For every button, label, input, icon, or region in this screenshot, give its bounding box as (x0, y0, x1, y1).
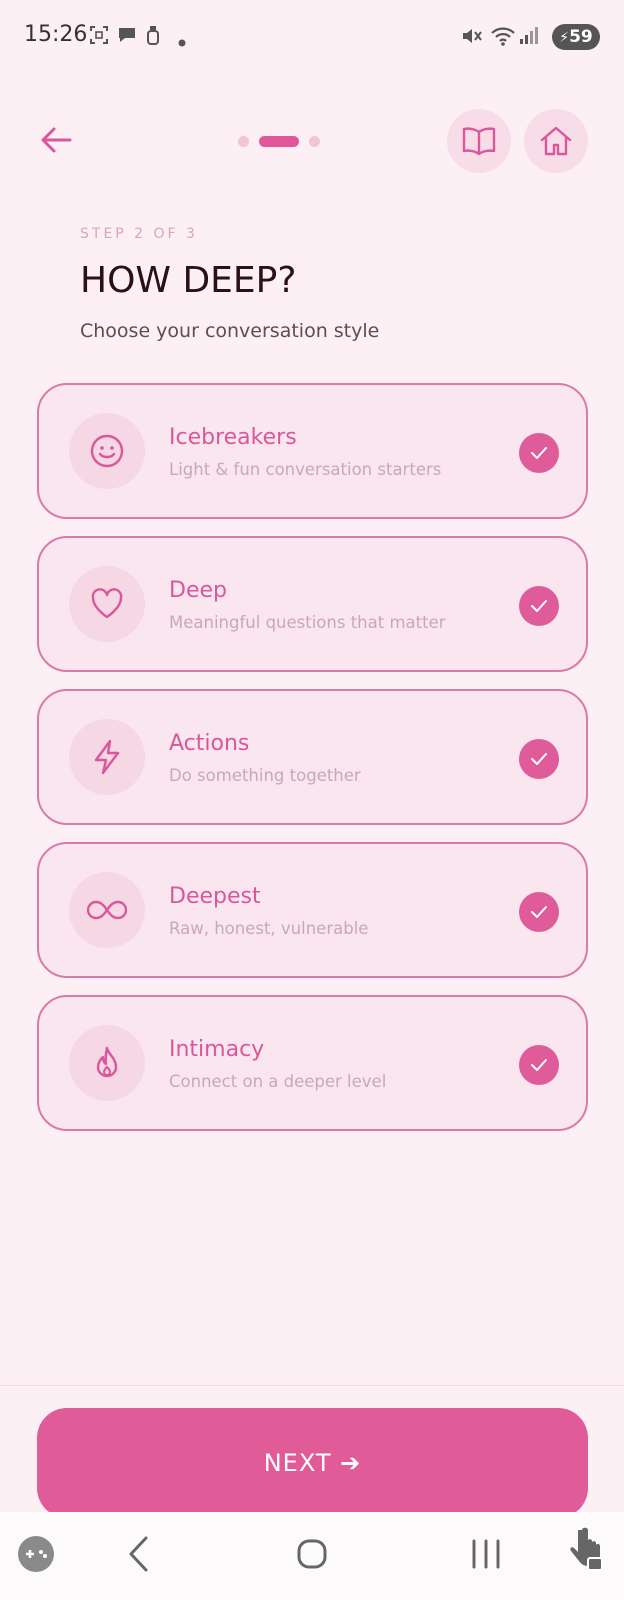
home-button[interactable] (524, 109, 588, 173)
selected-check-icon (519, 892, 559, 932)
heart-icon (91, 588, 123, 619)
step-dot-2-active (259, 135, 299, 147)
back-button[interactable] (36, 120, 76, 160)
option-icon-container (69, 1025, 145, 1101)
option-title: Actions (169, 731, 250, 756)
selected-check-icon (519, 586, 559, 626)
option-description: Do something together (169, 766, 361, 785)
home-circle-icon[interactable] (292, 1534, 332, 1574)
bottle-icon (145, 24, 161, 50)
back-chevron-icon[interactable] (126, 1534, 152, 1574)
step-label: STEP 2 OF 3 (80, 226, 198, 242)
option-description: Meaningful questions that matter (169, 613, 446, 632)
option-title: Deepest (169, 884, 261, 909)
page-title: HOW DEEP? (80, 260, 297, 301)
option-card-intimacy[interactable]: Intimacy Connect on a deeper level (37, 995, 588, 1131)
chat-bubble-icon (116, 24, 138, 50)
dot-icon (178, 32, 186, 51)
gamepad-icon[interactable] (16, 1534, 56, 1574)
recents-icon[interactable] (466, 1534, 506, 1574)
option-card-deep[interactable]: Deep Meaningful questions that matter (37, 536, 588, 672)
status-bar: 15:26 ⚡59 (0, 0, 624, 72)
option-icon-container (69, 566, 145, 642)
guide-button[interactable] (447, 109, 511, 173)
option-card-actions[interactable]: Actions Do something together (37, 689, 588, 825)
arrow-left-icon (41, 127, 72, 153)
option-card-deepest[interactable]: Deepest Raw, honest, vulnerable (37, 842, 588, 978)
battery-level: 59 (569, 27, 593, 47)
selected-check-icon (519, 1045, 559, 1085)
option-icon-container (69, 719, 145, 795)
smile-icon (90, 434, 124, 468)
option-title: Deep (169, 578, 227, 603)
footer-divider (0, 1385, 624, 1386)
step-progress-indicator (238, 135, 320, 147)
option-icon-container (69, 872, 145, 948)
option-icon-container (69, 413, 145, 489)
option-title: Icebreakers (169, 425, 297, 450)
lightning-icon (94, 739, 120, 775)
mute-icon (460, 24, 484, 52)
selected-check-icon (519, 433, 559, 473)
flame-icon (96, 1046, 118, 1078)
step-dot-1 (238, 135, 249, 147)
signal-icon (518, 24, 540, 50)
option-title: Intimacy (169, 1037, 265, 1062)
battery-indicator: ⚡59 (552, 24, 600, 50)
screenshot-icon (88, 24, 110, 50)
app-screen: 15:26 ⚡59 STEP 2 OF 3 HOW DEEP? Choose y… (0, 0, 624, 1600)
wifi-icon (490, 24, 516, 52)
step-dot-3 (309, 135, 320, 147)
infinity-icon (87, 900, 127, 920)
option-description: Raw, honest, vulnerable (169, 919, 369, 938)
home-icon (540, 126, 572, 156)
next-button[interactable]: NEXT ➔ (37, 1408, 588, 1518)
touch-lock-icon[interactable] (566, 1526, 606, 1574)
status-time: 15:26 (24, 22, 88, 47)
system-nav-bar (0, 1512, 624, 1600)
selected-check-icon (519, 739, 559, 779)
option-description: Light & fun conversation starters (169, 460, 442, 479)
book-open-icon (462, 127, 496, 156)
option-description: Connect on a deeper level (169, 1072, 387, 1091)
option-card-icebreakers[interactable]: Icebreakers Light & fun conversation sta… (37, 383, 588, 519)
page-subtitle: Choose your conversation style (80, 320, 380, 342)
